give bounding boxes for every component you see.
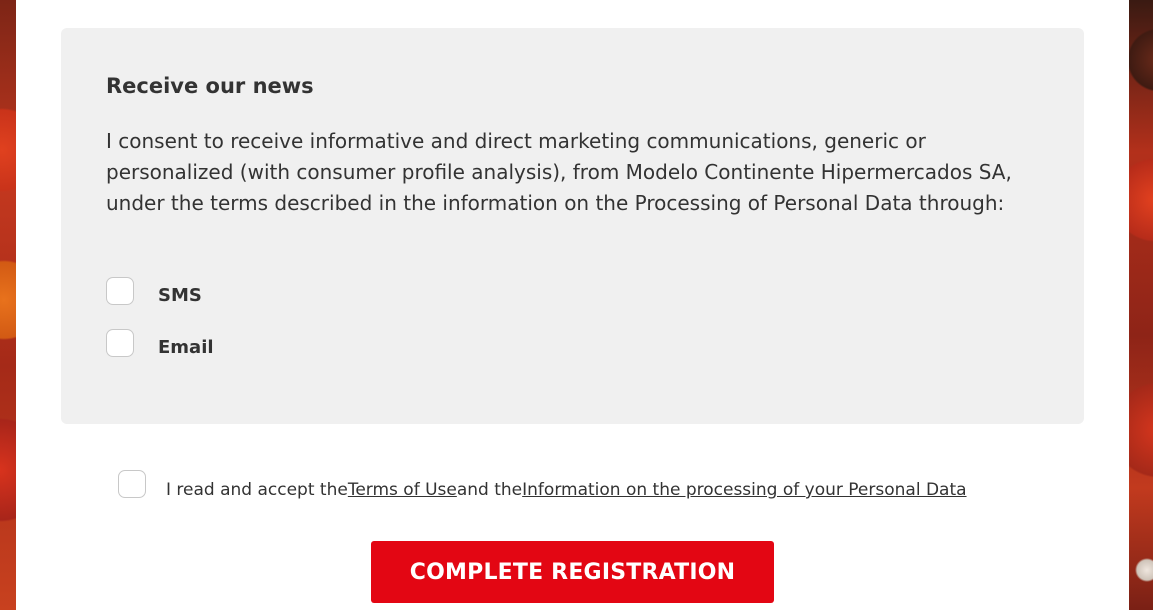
terms-acceptance: I read and accept theTerms of Useand the… — [118, 470, 967, 502]
terms-text: I read and accept theTerms of Useand the… — [166, 480, 967, 500]
terms-prefix: I read and accept the — [166, 480, 348, 500]
sms-option[interactable]: SMS — [106, 276, 202, 306]
terms-middle: and the — [456, 480, 523, 500]
news-consent-text: I consent to receive informative and dir… — [106, 129, 1012, 215]
terms-checkbox[interactable] — [118, 470, 146, 498]
registration-form: Receive our news I consent to receive in… — [16, 0, 1129, 610]
sms-checkbox[interactable] — [106, 277, 134, 305]
news-title: Receive our news — [106, 74, 314, 98]
complete-registration-button[interactable]: COMPLETE REGISTRATION — [371, 541, 774, 603]
tomato-backdrop-left — [0, 0, 16, 610]
news-consent-panel: Receive our news I consent to receive in… — [61, 28, 1084, 424]
email-checkbox[interactable] — [106, 329, 134, 357]
email-label[interactable]: Email — [158, 337, 214, 358]
tomato-backdrop-right — [1129, 0, 1153, 610]
email-option[interactable]: Email — [106, 328, 214, 358]
sms-label[interactable]: SMS — [158, 285, 202, 306]
personal-data-info-link[interactable]: Information on the processing of your Pe… — [522, 480, 966, 500]
terms-of-use-link[interactable]: Terms of Use — [348, 480, 457, 500]
